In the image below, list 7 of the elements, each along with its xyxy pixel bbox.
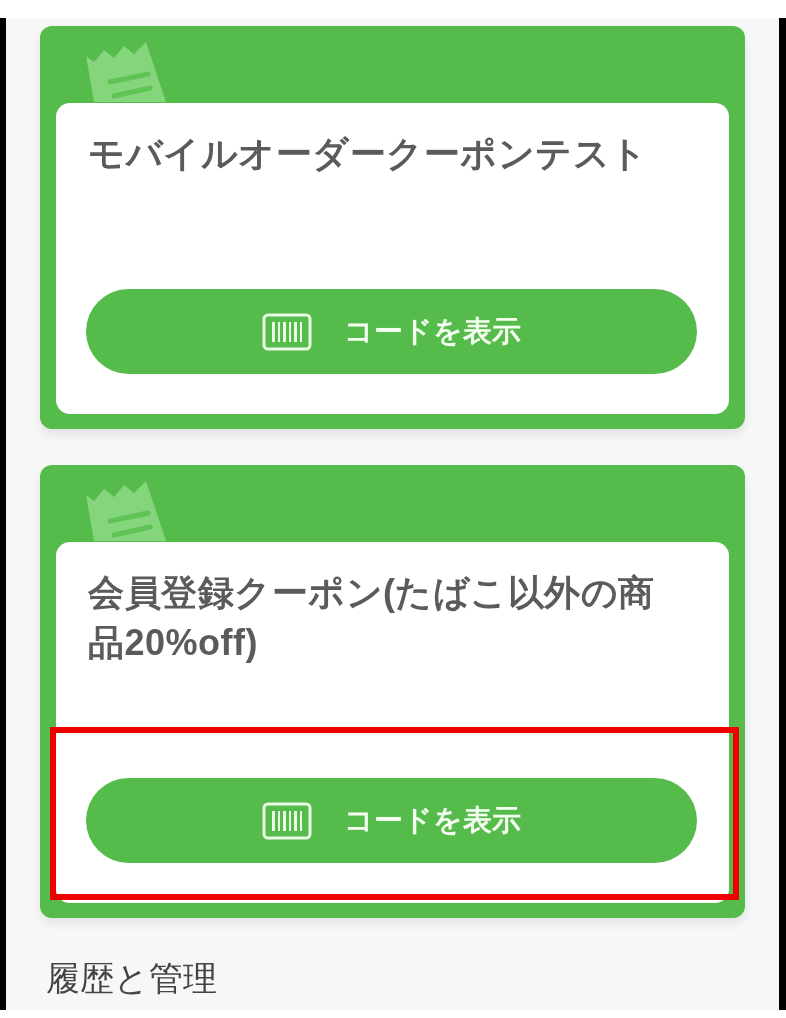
show-code-button[interactable]: コードを表示 [86, 778, 697, 863]
barcode-icon [262, 312, 312, 351]
coupon-title: 会員登録クーポン(たばこ以外の商品20%off) [87, 571, 656, 665]
coupon-title: モバイルオーダークーポンテスト [87, 132, 649, 176]
show-code-button[interactable]: コードを表示 [86, 289, 697, 374]
barcode-icon [262, 801, 312, 840]
section-heading: 履歴と管理 [46, 958, 218, 998]
